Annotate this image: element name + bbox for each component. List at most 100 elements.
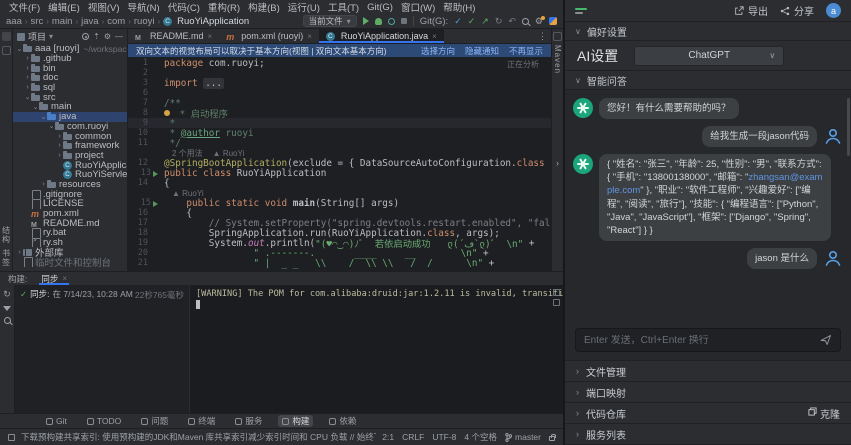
- find-icon[interactable]: [4, 317, 11, 324]
- section-端口映射[interactable]: ›端口映射: [565, 382, 851, 403]
- section-代码仓库[interactable]: ›代码仓库克隆: [565, 403, 851, 424]
- more-options-icon[interactable]: ⋮: [538, 29, 547, 43]
- profiler-button[interactable]: [388, 18, 395, 25]
- tree-item[interactable]: ›common: [13, 131, 127, 141]
- menu-item[interactable]: 窗口(W): [397, 0, 439, 14]
- chat-bubble[interactable]: 您好！有什么需要帮助的吗？: [599, 98, 739, 119]
- chat-input[interactable]: [584, 335, 814, 346]
- tree-item[interactable]: LICENSE: [13, 199, 127, 209]
- tree-item[interactable]: pom.xml: [13, 209, 127, 219]
- export-button[interactable]: 导出: [734, 3, 768, 18]
- editor-tab[interactable]: RuoYiApplication.java×: [319, 29, 444, 43]
- status-message[interactable]: 下载预构建共享索引: 使用预构建的JDK和Maven 库共享索引减少索引时间和 …: [21, 431, 376, 443]
- tool-window-button-todo[interactable]: TODO: [83, 415, 125, 427]
- tree-item[interactable]: ⌄com.ruoyi: [13, 122, 127, 132]
- tree-item[interactable]: ›外部库: [13, 247, 127, 257]
- close-icon[interactable]: ×: [208, 32, 213, 41]
- structure-tool-button[interactable]: 结构: [1, 226, 12, 244]
- qa-section-header[interactable]: ∨ 智能问答: [565, 71, 851, 90]
- breadcrumb-item[interactable]: com: [107, 16, 125, 27]
- chevron-down-icon[interactable]: ⌄: [24, 93, 31, 101]
- chat-bubble[interactable]: { "姓名": "张三", "年龄": 25, "性别": "男", "联系方式…: [599, 154, 831, 241]
- project-tool-icon[interactable]: [2, 32, 11, 41]
- plugin-logo-icon[interactable]: [575, 8, 587, 14]
- collapse-all-icon[interactable]: ⇡: [93, 32, 100, 41]
- git-rollback-icon[interactable]: ↶: [508, 16, 516, 27]
- tree-item[interactable]: RuoYiApplication: [13, 160, 127, 170]
- maven-tool-button[interactable]: Maven: [553, 45, 562, 74]
- tree-item[interactable]: ›resources: [13, 180, 127, 190]
- bookmarks-tool-button[interactable]: 书签: [1, 249, 12, 267]
- tool-window-button-问题[interactable]: 问题: [137, 415, 172, 427]
- banner-action-link[interactable]: 不再显示: [509, 45, 543, 57]
- chat-bubble[interactable]: jason 是什么: [747, 248, 817, 269]
- editor-tab[interactable]: README.md×: [128, 29, 219, 43]
- tree-item[interactable]: ⌄src: [13, 92, 127, 102]
- search-everywhere-icon[interactable]: [522, 18, 529, 25]
- model-select[interactable]: ChatGPT ∨: [634, 46, 784, 66]
- tree-item[interactable]: ›doc: [13, 73, 127, 83]
- expand-panel-chevron-icon[interactable]: ›: [556, 158, 559, 168]
- tree-item[interactable]: .gitignore: [13, 189, 127, 199]
- menu-item[interactable]: 帮助(H): [439, 0, 479, 14]
- breadcrumb-item[interactable]: src: [31, 16, 44, 27]
- chevron-right-icon[interactable]: ›: [40, 181, 47, 188]
- tree-item[interactable]: ⌄aaa [ruoyi]~/workspace/aaa: [13, 44, 127, 54]
- caret-position[interactable]: 2:1: [382, 432, 394, 442]
- project-settings-gear-icon[interactable]: ⚙: [104, 32, 111, 41]
- run-button[interactable]: [363, 17, 369, 25]
- share-button[interactable]: 分享: [780, 3, 814, 18]
- menu-item[interactable]: 构建(B): [244, 0, 284, 14]
- tree-item[interactable]: ›bin: [13, 63, 127, 73]
- notifications-icon[interactable]: [549, 17, 557, 25]
- chevron-down-icon[interactable]: ⌄: [40, 113, 47, 121]
- chevron-down-icon[interactable]: ▾: [49, 32, 53, 41]
- git-history-icon[interactable]: ↻: [495, 16, 503, 27]
- chevron-right-icon[interactable]: ›: [56, 142, 63, 149]
- tool-window-button-终端[interactable]: 终端: [184, 415, 219, 427]
- debug-button[interactable]: [375, 18, 382, 25]
- chevron-right-icon[interactable]: ›: [24, 65, 31, 72]
- menu-item[interactable]: 重构(R): [204, 0, 244, 14]
- clone-button[interactable]: 克隆: [808, 406, 840, 421]
- menu-item[interactable]: 编辑(E): [44, 0, 84, 14]
- breadcrumb-current[interactable]: RuoYiApplication: [163, 16, 249, 27]
- chevron-right-icon[interactable]: ›: [56, 152, 63, 159]
- section-服务列表[interactable]: ›服务列表: [565, 424, 851, 445]
- menu-item[interactable]: 视图(V): [84, 0, 124, 14]
- tree-item[interactable]: ⌄main: [13, 102, 127, 112]
- tree-item[interactable]: ›sql: [13, 83, 127, 93]
- menu-item[interactable]: 工具(T): [324, 0, 363, 14]
- breadcrumb-item[interactable]: main: [52, 16, 73, 27]
- stop-button[interactable]: [401, 18, 407, 24]
- preferences-section-header[interactable]: ∨ 偏好设置: [565, 22, 851, 41]
- tree-item[interactable]: 临时文件和控制台: [13, 257, 127, 267]
- resync-icon[interactable]: ↻: [3, 289, 11, 300]
- code-editor[interactable]: 1package com.ruoyi;23import ...67/**8 * …: [128, 57, 551, 271]
- tool-window-button-服务[interactable]: 服务: [231, 415, 266, 427]
- lock-icon[interactable]: [549, 436, 555, 441]
- section-文件管理[interactable]: ›文件管理: [565, 361, 851, 382]
- commit-tool-icon[interactable]: [2, 46, 11, 55]
- breadcrumb-item[interactable]: java: [81, 16, 98, 27]
- menu-item[interactable]: Git(G): [363, 2, 397, 13]
- close-icon[interactable]: ×: [432, 32, 437, 41]
- git-update-icon[interactable]: ✓: [454, 16, 462, 27]
- chevron-right-icon[interactable]: ›: [24, 74, 31, 81]
- intention-bulb-icon[interactable]: [164, 110, 170, 116]
- line-separator[interactable]: CRLF: [402, 432, 424, 442]
- menu-item[interactable]: 代码(C): [164, 0, 204, 14]
- tree-item[interactable]: ›framework: [13, 141, 127, 151]
- menu-item[interactable]: 导航(N): [123, 0, 163, 14]
- git-branch-widget[interactable]: master: [505, 432, 541, 442]
- tree-item[interactable]: ›project: [13, 151, 127, 161]
- tool-window-button-git[interactable]: Git: [42, 415, 71, 427]
- chevron-right-icon[interactable]: ›: [24, 55, 31, 62]
- chevron-down-icon[interactable]: ⌄: [32, 103, 39, 111]
- tree-item[interactable]: ⌄java: [13, 112, 127, 122]
- tree-item[interactable]: RuoYiServletInitializer: [13, 170, 127, 180]
- close-icon[interactable]: ×: [307, 32, 312, 41]
- chevron-right-icon[interactable]: ›: [16, 249, 23, 256]
- file-encoding[interactable]: UTF-8: [432, 432, 456, 442]
- menu-item[interactable]: 文件(F): [5, 0, 44, 14]
